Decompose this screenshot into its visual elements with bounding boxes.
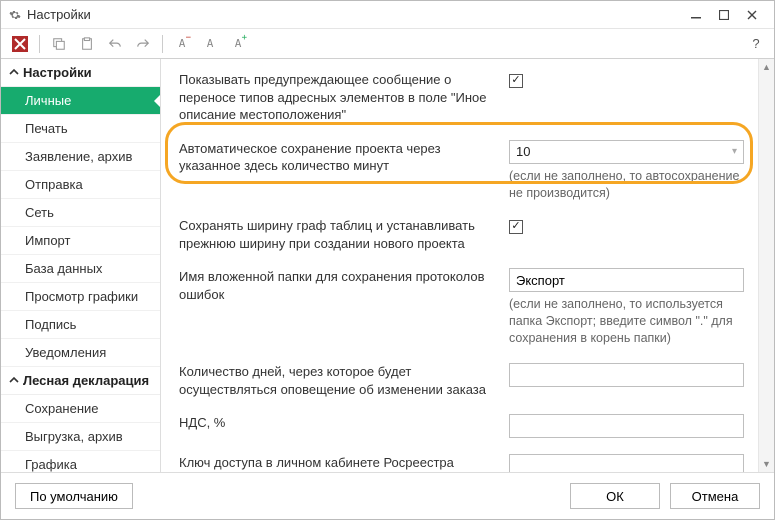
defaults-button[interactable]: По умолчанию xyxy=(15,483,133,509)
gear-icon xyxy=(9,9,21,21)
scroll-down-arrow[interactable]: ▼ xyxy=(759,456,774,472)
sidebar-item-export-archive[interactable]: Выгрузка, архив xyxy=(1,423,160,451)
chevron-up-icon xyxy=(9,65,19,80)
sidebar-item-save[interactable]: Сохранение xyxy=(1,395,160,423)
keep-width-checkbox[interactable] xyxy=(509,220,523,234)
zoom-reset-icon[interactable]: A xyxy=(197,32,223,56)
autosave-hint: (если не заполнено, то автосохранение не… xyxy=(509,168,744,202)
setting-label: Ключ доступа в личном кабинете Росреестр… xyxy=(179,454,499,472)
setting-warn-transfer: Показывать предупреждающее сообщение о п… xyxy=(179,71,744,124)
content-inner: Показывать предупреждающее сообщение о п… xyxy=(161,59,758,472)
sidebar-item-print[interactable]: Печать xyxy=(1,115,160,143)
close-button[interactable] xyxy=(738,3,766,27)
setting-autosave: Автоматическое сохранение проекта через … xyxy=(179,140,744,202)
sidebar-item-graphics-view[interactable]: Просмотр графики xyxy=(1,283,160,311)
setting-vat: НДС, % xyxy=(179,414,744,438)
warn-transfer-checkbox[interactable] xyxy=(509,74,523,88)
chevron-up-icon xyxy=(9,373,19,388)
content: Показывать предупреждающее сообщение о п… xyxy=(161,59,774,472)
order-days-input[interactable] xyxy=(509,363,744,387)
sidebar-item-signature[interactable]: Подпись xyxy=(1,311,160,339)
minimize-button[interactable] xyxy=(682,3,710,27)
setting-label: Показывать предупреждающее сообщение о п… xyxy=(179,71,499,124)
sidebar-group-label: Настройки xyxy=(23,65,92,80)
titlebar: Настройки xyxy=(1,1,774,29)
scroll-up-arrow[interactable]: ▲ xyxy=(759,59,774,75)
setting-keep-width: Сохранять ширину граф таблиц и устанавли… xyxy=(179,217,744,252)
ok-button[interactable]: ОК xyxy=(570,483,660,509)
autosave-value: 10 xyxy=(516,144,530,159)
sidebar-item-send[interactable]: Отправка xyxy=(1,171,160,199)
rosreestr-key-input[interactable] xyxy=(509,454,744,472)
sidebar-item-personal[interactable]: Личные xyxy=(1,87,160,115)
body: Настройки Личные Печать Заявление, архив… xyxy=(1,59,774,473)
setting-label: НДС, % xyxy=(179,414,499,432)
zoom-in-icon[interactable]: A+ xyxy=(225,32,251,56)
setting-rosreestr-key: Ключ доступа в личном кабинете Росреестр… xyxy=(179,454,744,472)
sidebar-item-graphics[interactable]: Графика xyxy=(1,451,160,472)
paste-icon[interactable] xyxy=(74,32,100,56)
footer: По умолчанию ОК Отмена xyxy=(1,473,774,519)
sidebar-item-import[interactable]: Импорт xyxy=(1,227,160,255)
sidebar-group-settings[interactable]: Настройки xyxy=(1,59,160,87)
redo-icon[interactable] xyxy=(130,32,156,56)
window-title: Настройки xyxy=(27,7,682,22)
sidebar-item-database[interactable]: База данных xyxy=(1,255,160,283)
toolbar-separator xyxy=(162,35,163,53)
export-folder-hint: (если не заполнено, то используется папк… xyxy=(509,296,744,347)
sidebar-item-network[interactable]: Сеть xyxy=(1,199,160,227)
undo-icon[interactable] xyxy=(102,32,128,56)
autosave-minutes-combo[interactable]: 10 ▾ xyxy=(509,140,744,164)
sidebar-item-notifications[interactable]: Уведомления xyxy=(1,339,160,367)
maximize-button[interactable] xyxy=(710,3,738,27)
app-icon xyxy=(7,32,33,56)
zoom-out-icon[interactable]: A− xyxy=(169,32,195,56)
setting-label: Сохранять ширину граф таблиц и устанавли… xyxy=(179,217,499,252)
setting-export-folder: Имя вложенной папки для сохранения прото… xyxy=(179,268,744,347)
chevron-down-icon: ▾ xyxy=(732,146,737,157)
setting-label: Имя вложенной папки для сохранения прото… xyxy=(179,268,499,303)
setting-order-days: Количество дней, через которое будет осу… xyxy=(179,363,744,398)
sidebar-group-forest[interactable]: Лесная декларация xyxy=(1,367,160,395)
setting-label: Количество дней, через которое будет осу… xyxy=(179,363,499,398)
sidebar-item-application-archive[interactable]: Заявление, архив xyxy=(1,143,160,171)
cancel-button[interactable]: Отмена xyxy=(670,483,760,509)
sidebar-group-label: Лесная декларация xyxy=(23,373,149,388)
vertical-scrollbar[interactable]: ▲ ▼ xyxy=(758,59,774,472)
vat-input[interactable] xyxy=(509,414,744,438)
copy-icon[interactable] xyxy=(46,32,72,56)
settings-window: Настройки A− A A+ ? xyxy=(0,0,775,520)
toolbar: A− A A+ ? xyxy=(1,29,774,59)
setting-label: Автоматическое сохранение проекта через … xyxy=(179,140,499,175)
help-button[interactable]: ? xyxy=(744,36,768,51)
export-folder-input[interactable] xyxy=(509,268,744,292)
toolbar-separator xyxy=(39,35,40,53)
sidebar: Настройки Личные Печать Заявление, архив… xyxy=(1,59,161,472)
